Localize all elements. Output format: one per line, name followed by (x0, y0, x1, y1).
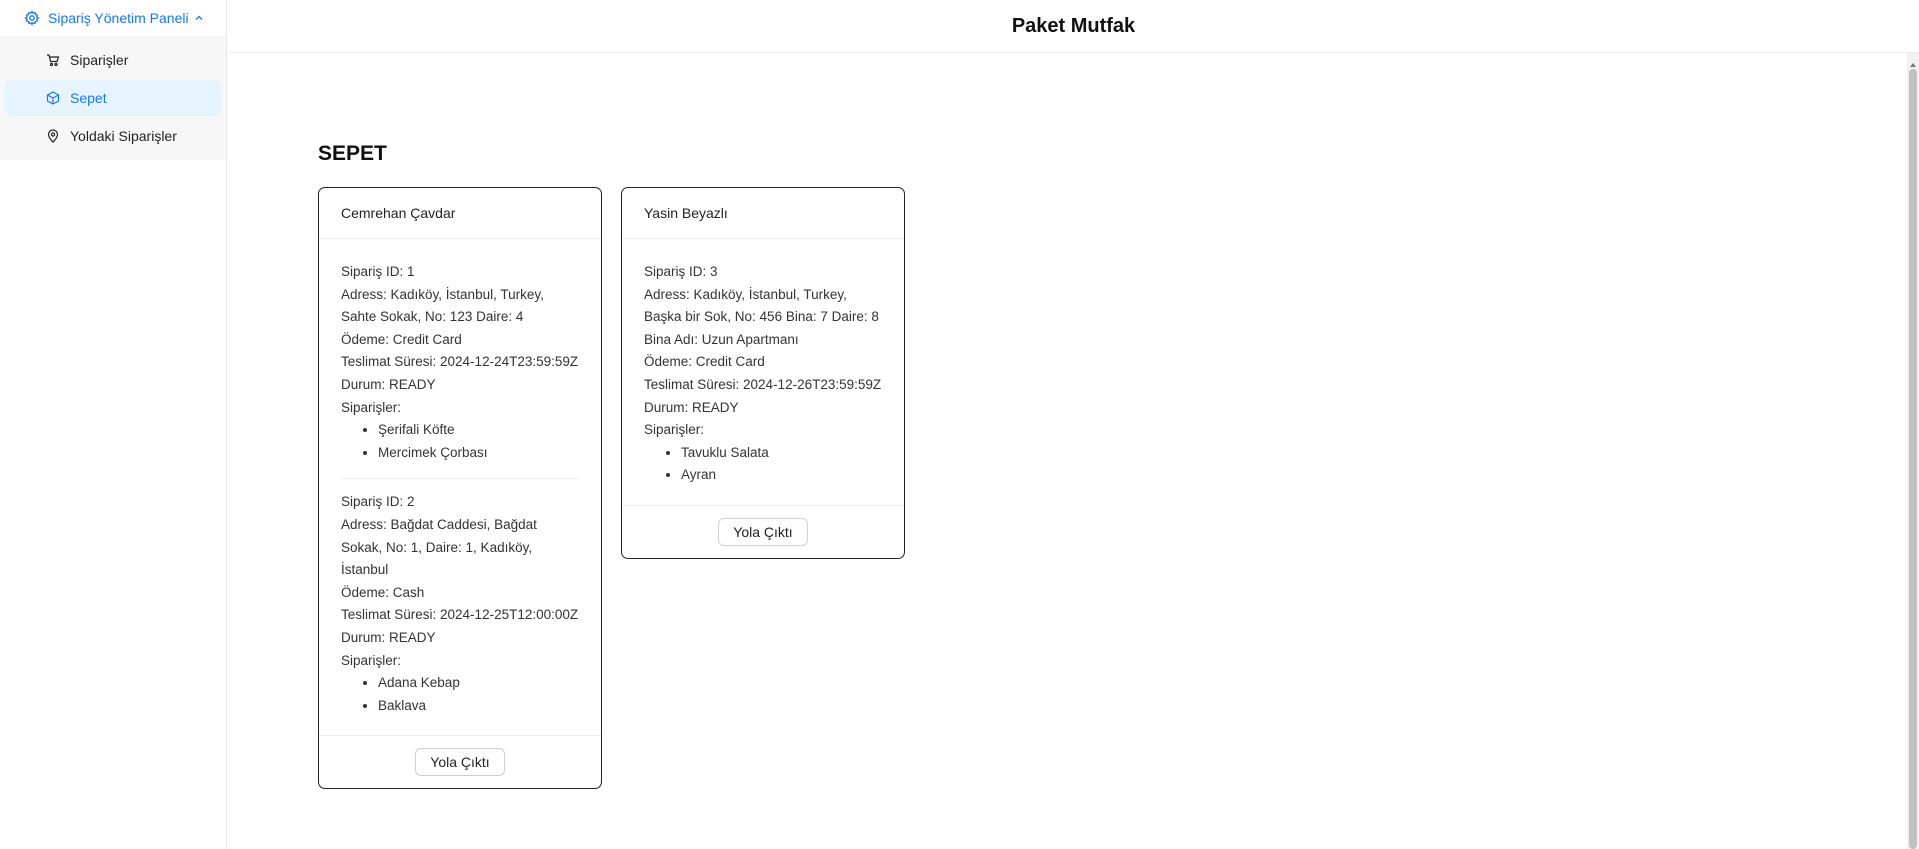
order-item: Mercimek Çorbası (378, 442, 579, 465)
order-address: Adress: Kadıköy, İstanbul, Turkey, Sahte… (341, 286, 544, 325)
order-item: Adana Kebap (378, 672, 579, 695)
order-id: Sipariş ID: 2 (341, 494, 415, 510)
order-address: Adress: Kadıköy, İstanbul, Turkey, Başka… (644, 286, 879, 347)
chevron-up-icon (194, 13, 204, 23)
card-footer: Yola Çıktı (319, 735, 601, 788)
basket-card: Yasin Beyazlı Sipariş ID: 3 Adress: Kadı… (621, 187, 905, 559)
order-payment: Ödeme: Credit Card (341, 331, 462, 347)
app-header: Paket Mutfak (228, 0, 1919, 53)
order-items-label: Siparişler: (644, 422, 705, 438)
card-body: Sipariş ID: 3 Adress: Kadıköy, İstanbul,… (622, 239, 904, 505)
card-customer-name: Cemrehan Çavdar (319, 188, 601, 239)
card-body: Sipariş ID: 1 Adress: Kadıköy, İstanbul,… (319, 239, 601, 735)
order-item: Ayran (681, 464, 882, 487)
order-items-list: Şerifali Köfte Mercimek Çorbası (341, 419, 579, 464)
basket-card: Cemrehan Çavdar Sipariş ID: 1 Adress: Ka… (318, 187, 602, 790)
order-status: Durum: READY (341, 376, 436, 392)
sidebar-item-label: Siparişler (70, 52, 129, 68)
yola-cikti-button[interactable]: Yola Çıktı (718, 517, 808, 546)
menu-group-siparis-yonetim[interactable]: Sipariş Yönetim Paneli (0, 0, 226, 36)
order-block: Sipariş ID: 3 Adress: Kadıköy, İstanbul,… (644, 249, 882, 501)
yola-cikti-button[interactable]: Yola Çıktı (415, 748, 505, 777)
cart-icon (46, 53, 60, 67)
submenu: Siparişler Sepet Yoldaki Siparişler (0, 36, 226, 160)
order-items-list: Adana Kebap Baklava (341, 672, 579, 717)
scroll-up-arrow-icon[interactable] (1909, 56, 1917, 67)
order-block: Sipariş ID: 1 Adress: Kadıköy, İstanbul,… (341, 249, 579, 478)
gear-icon (24, 10, 40, 26)
sidebar-item-label: Sepet (70, 90, 107, 106)
scrollbar-thumb[interactable] (1909, 69, 1917, 849)
order-delivery-time: Teslimat Süresi: 2024-12-25T12:00:00Z (341, 607, 579, 623)
menu-group-label: Sipariş Yönetim Paneli (48, 10, 189, 26)
order-items-label: Siparişler: (341, 399, 402, 415)
order-items-list: Tavuklu Salata Ayran (644, 442, 882, 487)
order-status: Durum: READY (341, 629, 436, 645)
sidebar-item-sepet[interactable]: Sepet (4, 80, 222, 116)
order-item: Şerifali Köfte (378, 419, 579, 442)
order-status: Durum: READY (644, 399, 739, 415)
order-item: Baklava (378, 695, 579, 718)
order-delivery-time: Teslimat Süresi: 2024-12-26T23:59:59Z (644, 376, 882, 392)
vertical-scrollbar[interactable] (1907, 53, 1919, 849)
sidebar-item-label: Yoldaki Siparişler (70, 128, 177, 144)
sidebar-item-yoldaki-siparisler[interactable]: Yoldaki Siparişler (4, 118, 222, 154)
order-payment: Ödeme: Credit Card (644, 354, 765, 370)
cube-icon (46, 91, 60, 105)
order-payment: Ödeme: Cash (341, 584, 425, 600)
sidebar-item-siparisler[interactable]: Siparişler (4, 42, 222, 78)
order-items-label: Siparişler: (341, 652, 402, 668)
page-title: SEPET (318, 142, 387, 165)
order-item: Tavuklu Salata (681, 442, 882, 465)
card-customer-name: Yasin Beyazlı (622, 188, 904, 239)
order-id: Sipariş ID: 3 (644, 264, 718, 279)
order-id: Sipariş ID: 1 (341, 264, 415, 279)
app-title: Paket Mutfak (1011, 14, 1136, 37)
location-pin-icon (46, 129, 60, 143)
order-block: Sipariş ID: 2 Adress: Bağdat Caddesi, Ba… (341, 478, 579, 731)
order-address: Adress: Bağdat Caddesi, Bağdat Sokak, No… (341, 516, 537, 578)
sidebar: Sipariş Yönetim Paneli Siparişler Sepet … (0, 0, 227, 849)
order-delivery-time: Teslimat Süresi: 2024-12-24T23:59:59Z (341, 354, 579, 370)
card-footer: Yola Çıktı (622, 504, 904, 558)
